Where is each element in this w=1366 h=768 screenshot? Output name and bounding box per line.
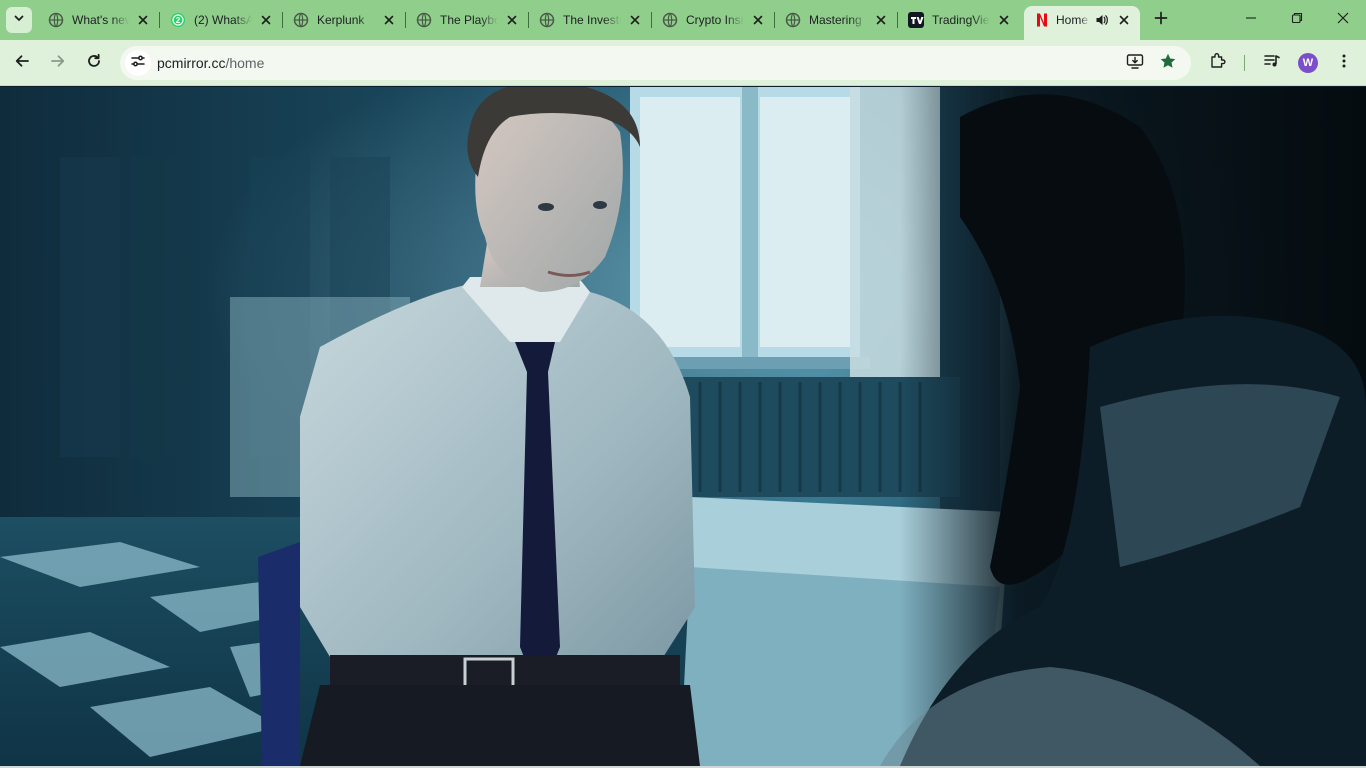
close-tab-icon[interactable] [873,12,889,28]
minimize-icon [1245,11,1257,29]
media-control-icon [1263,52,1281,75]
profile-avatar[interactable]: W [1298,53,1318,73]
globe-icon [416,12,432,28]
close-tab-icon[interactable] [996,12,1012,28]
tab-kerplunk[interactable]: Kerplunk [283,6,405,34]
puzzle-icon [1209,52,1227,75]
tab-crypto-insider[interactable]: Crypto Insider [652,6,774,34]
arrow-right-icon [50,53,66,74]
toolbar: pcmirror.cc/home W [0,40,1366,86]
tab-the-playbook[interactable]: The Playbook [406,6,528,34]
close-icon [1337,11,1349,29]
close-tab-icon[interactable] [1116,12,1132,28]
tab-title: TradingView [932,13,990,27]
close-tab-icon[interactable] [258,12,274,28]
address-bar[interactable]: pcmirror.cc/home [120,46,1191,80]
tab-title: Home [1056,13,1089,27]
new-tab-button[interactable] [1149,8,1173,32]
close-tab-icon[interactable] [135,12,151,28]
url-path: /home [225,55,265,71]
tab-the-investor[interactable]: The Investor [529,6,651,34]
globe-icon [48,12,64,28]
reload-button[interactable] [80,49,108,77]
tab-mastering[interactable]: Mastering [775,6,897,34]
close-tab-icon[interactable] [627,12,643,28]
chrome-menu-button[interactable] [1330,49,1358,77]
tab-tradingview[interactable]: TradingView [898,6,1020,34]
video-frame-image [0,87,1366,766]
tab-title: (2) WhatsApp [194,13,252,27]
tab-search-button[interactable] [6,7,32,33]
svg-text:2: 2 [176,16,181,25]
close-tab-icon[interactable] [381,12,397,28]
globe-icon [785,12,801,28]
bookmark-button[interactable] [1156,51,1180,75]
globe-icon [539,12,555,28]
tab-title: The Investor [563,13,621,27]
tab-whats-new[interactable]: What's new [38,6,159,34]
restore-icon [1291,11,1303,29]
tab-home[interactable]: Home [1024,6,1140,40]
url-text[interactable]: pcmirror.cc/home [157,55,264,71]
whatsapp-icon: 2 [170,12,186,28]
url-domain: pcmirror.cc [157,55,226,71]
globe-icon [293,12,309,28]
chevron-down-icon [13,11,25,29]
close-tab-icon[interactable] [504,12,520,28]
arrow-left-icon [14,53,30,74]
video-player[interactable] [0,87,1366,766]
reload-icon [86,53,102,74]
forward-button[interactable] [44,49,72,77]
star-filled-icon [1159,52,1177,75]
extensions-button[interactable] [1204,49,1232,77]
close-window-button[interactable] [1320,0,1366,40]
restore-button[interactable] [1274,0,1320,40]
netflix-icon [1034,12,1050,28]
minimize-button[interactable] [1228,0,1274,40]
tab-title: Crypto Insider [686,13,744,27]
tune-icon [130,53,146,74]
close-tab-icon[interactable] [750,12,766,28]
toolbar-separator [1244,55,1245,71]
install-app-button[interactable] [1123,51,1147,75]
tab-title: What's new [72,13,129,27]
kebab-menu-icon [1336,53,1352,74]
site-info-button[interactable] [125,50,151,76]
tab-title: The Playbook [440,13,498,27]
tab-strip: What's new 2 (2) WhatsApp Kerplunk The P… [0,0,1366,40]
tradingview-icon [908,12,924,28]
tab-title: Mastering [809,13,862,27]
tab-title: Kerplunk [317,13,365,27]
tab-whatsapp[interactable]: 2 (2) WhatsApp [160,6,282,34]
media-control-button[interactable] [1258,49,1286,77]
install-app-icon [1126,52,1144,75]
back-button[interactable] [8,49,36,77]
plus-icon [1154,11,1168,30]
speaker-icon[interactable] [1094,12,1110,28]
globe-icon [662,12,678,28]
